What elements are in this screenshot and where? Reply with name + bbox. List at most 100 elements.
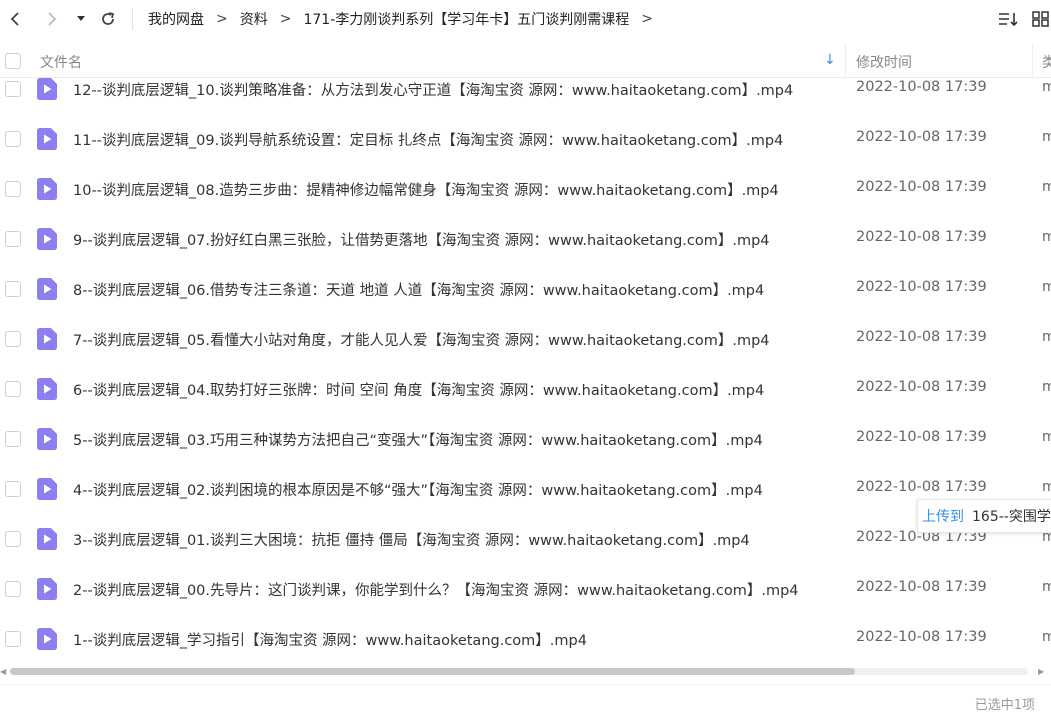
file-row[interactable]: 2--谈判底层逻辑_00.先导片：这门谈判课，你能学到什么？【海淘宝资 源网：w…	[0, 564, 1051, 614]
breadcrumb: 我的网盘 > 资料 > 171-李力刚谈判系列【学习年卡】五门谈判刚需课程 >	[148, 0, 665, 38]
select-all-checkbox[interactable]	[5, 53, 21, 69]
file-type: m	[1042, 579, 1051, 595]
scroll-right-arrow-icon[interactable]: ▶	[1038, 667, 1044, 676]
column-header-name[interactable]: 文件名	[40, 52, 82, 72]
forward-button[interactable]	[40, 4, 64, 34]
row-checkbox[interactable]	[5, 631, 21, 647]
file-name[interactable]: 1--谈判底层逻辑_学习指引【海淘宝资 源网：www.haitaoketang.…	[73, 629, 587, 650]
file-name[interactable]: 10--谈判底层逻辑_08.造势三步曲：提精神修边幅常健身【海淘宝资 源网：ww…	[73, 179, 779, 200]
file-row[interactable]: 1--谈判底层逻辑_学习指引【海淘宝资 源网：www.haitaoketang.…	[0, 614, 1051, 660]
row-checkbox[interactable]	[5, 581, 21, 597]
file-row[interactable]: 5--谈判底层逻辑_03.巧用三种谋势方法把自己“变强大”【海淘宝资 源网：ww…	[0, 414, 1051, 464]
refresh-button[interactable]	[96, 4, 120, 34]
row-checkbox[interactable]	[5, 181, 21, 197]
video-file-icon	[37, 628, 57, 650]
file-modified-time: 2022-10-08 17:39	[856, 179, 987, 195]
caret-down-icon	[77, 16, 85, 21]
file-type: m	[1042, 479, 1051, 495]
row-checkbox[interactable]	[5, 431, 21, 447]
video-file-icon	[37, 428, 57, 450]
row-checkbox[interactable]	[5, 81, 21, 97]
file-name[interactable]: 5--谈判底层逻辑_03.巧用三种谋势方法把自己“变强大”【海淘宝资 源网：ww…	[73, 429, 763, 450]
file-type: m	[1042, 329, 1051, 345]
breadcrumb-item-folder[interactable]: 资料	[240, 9, 268, 29]
file-type: m	[1042, 429, 1051, 445]
chevron-left-icon	[10, 12, 19, 26]
file-row[interactable]: 7--谈判底层逻辑_05.看懂大小站对角度，才能人见人爱【海淘宝资 源网：www…	[0, 314, 1051, 364]
file-row[interactable]: 11--谈判底层逻辑_09.谈判导航系统设置：定目标 扎终点【海淘宝资 源网：w…	[0, 114, 1051, 164]
file-row[interactable]: 3--谈判底层逻辑_01.谈判三大困境：抗拒 僵持 僵局【海淘宝资 源网：www…	[0, 514, 1051, 564]
row-checkbox[interactable]	[5, 381, 21, 397]
file-name[interactable]: 3--谈判底层逻辑_01.谈判三大困境：抗拒 僵持 僵局【海淘宝资 源网：www…	[73, 529, 750, 550]
file-type: m	[1042, 179, 1051, 195]
row-checkbox[interactable]	[5, 281, 21, 297]
file-name[interactable]: 2--谈判底层逻辑_00.先导片：这门谈判课，你能学到什么？【海淘宝资 源网：w…	[73, 579, 799, 600]
file-modified-time: 2022-10-08 17:39	[856, 279, 987, 295]
video-file-icon	[37, 278, 57, 300]
horizontal-scrollbar[interactable]: ◀ ▶	[0, 664, 1051, 678]
column-resize-handle[interactable]	[1032, 44, 1033, 78]
file-list: 12--谈判底层逻辑_10.谈判策略准备：从方法到发心守正道【海淘宝资 源网：w…	[0, 78, 1051, 660]
breadcrumb-separator: >	[279, 11, 292, 27]
selection-count: 已选中1项	[974, 698, 1035, 713]
file-name[interactable]: 9--谈判底层逻辑_07.扮好红白黑三张脸，让借势更落地【海淘宝资 源网：www…	[73, 229, 770, 250]
file-name[interactable]: 11--谈判底层逻辑_09.谈判导航系统设置：定目标 扎终点【海淘宝资 源网：w…	[73, 129, 783, 150]
file-modified-time: 2022-10-08 17:39	[856, 629, 987, 645]
video-file-icon	[37, 528, 57, 550]
tooltip-value: 165--突围学	[972, 509, 1051, 525]
video-file-icon	[37, 478, 57, 500]
file-name[interactable]: 7--谈判底层逻辑_05.看懂大小站对角度，才能人见人爱【海淘宝资 源网：www…	[73, 329, 770, 350]
file-type: m	[1042, 129, 1051, 145]
file-name[interactable]: 6--谈判底层逻辑_04.取势打好三张牌：时间 空间 角度【海淘宝资 源网：ww…	[73, 379, 764, 400]
file-type: m	[1042, 229, 1051, 245]
refresh-icon	[102, 12, 115, 25]
scroll-left-arrow-icon[interactable]: ◀	[0, 667, 6, 676]
scrollbar-thumb[interactable]	[10, 668, 855, 675]
row-checkbox[interactable]	[5, 331, 21, 347]
breadcrumb-item-root[interactable]: 我的网盘	[148, 9, 204, 29]
file-row[interactable]: 12--谈判底层逻辑_10.谈判策略准备：从方法到发心守正道【海淘宝资 源网：w…	[0, 78, 1051, 114]
column-header-modified-time[interactable]: 修改时间	[856, 52, 912, 72]
file-modified-time: 2022-10-08 17:39	[856, 329, 987, 345]
back-button[interactable]	[3, 4, 27, 34]
file-manager-window: 我的网盘 > 资料 > 171-李力刚谈判系列【学习年卡】五门谈判刚需课程 > …	[0, 0, 1051, 713]
file-row[interactable]: 10--谈判底层逻辑_08.造势三步曲：提精神修边幅常健身【海淘宝资 源网：ww…	[0, 164, 1051, 214]
file-modified-time: 2022-10-08 17:39	[856, 479, 987, 495]
row-checkbox[interactable]	[5, 481, 21, 497]
sort-arrow-icon[interactable]: ↓	[824, 52, 836, 68]
file-type: m	[1042, 379, 1051, 395]
file-modified-time: 2022-10-08 17:39	[856, 379, 987, 395]
file-name[interactable]: 12--谈判底层逻辑_10.谈判策略准备：从方法到发心守正道【海淘宝资 源网：w…	[73, 79, 793, 100]
file-list-header: 文件名 ↓ 修改时间 类	[0, 44, 1051, 78]
file-modified-time: 2022-10-08 17:39	[856, 429, 987, 445]
history-dropdown-button[interactable]	[72, 4, 90, 34]
row-checkbox[interactable]	[5, 231, 21, 247]
file-row[interactable]: 9--谈判底层逻辑_07.扮好红白黑三张脸，让借势更落地【海淘宝资 源网：www…	[0, 214, 1051, 264]
sort-list-icon	[999, 13, 1018, 27]
file-name[interactable]: 8--谈判底层逻辑_06.借势专注三条道：天道 地道 人道【海淘宝资 源网：ww…	[73, 279, 764, 300]
upload-tooltip: 上传到 165--突围学	[917, 499, 1051, 533]
file-row[interactable]: 4--谈判底层逻辑_02.谈判困境的根本原因是不够“强大”【海淘宝资 源网：ww…	[0, 464, 1051, 514]
file-row[interactable]: 8--谈判底层逻辑_06.借势专注三条道：天道 地道 人道【海淘宝资 源网：ww…	[0, 264, 1051, 314]
file-modified-time: 2022-10-08 17:39	[856, 129, 987, 145]
video-file-icon	[37, 578, 57, 600]
file-modified-time: 2022-10-08 17:39	[856, 579, 987, 595]
tooltip-label: 上传到	[922, 509, 964, 525]
toolbar-divider	[132, 8, 133, 30]
file-type: m	[1042, 79, 1051, 95]
video-file-icon	[37, 328, 57, 350]
file-type: m	[1042, 629, 1051, 645]
column-header-type[interactable]: 类	[1042, 52, 1051, 72]
column-resize-handle[interactable]	[845, 44, 846, 78]
sort-menu-button[interactable]	[996, 6, 1020, 32]
view-toggle-button[interactable]	[1030, 6, 1051, 32]
toolbar: 我的网盘 > 资料 > 171-李力刚谈判系列【学习年卡】五门谈判刚需课程 >	[0, 0, 1051, 38]
breadcrumb-item-current[interactable]: 171-李力刚谈判系列【学习年卡】五门谈判刚需课程	[303, 9, 629, 29]
file-row[interactable]: 6--谈判底层逻辑_04.取势打好三张牌：时间 空间 角度【海淘宝资 源网：ww…	[0, 364, 1051, 414]
row-checkbox[interactable]	[5, 531, 21, 547]
video-file-icon	[37, 378, 57, 400]
row-checkbox[interactable]	[5, 131, 21, 147]
file-type: m	[1042, 279, 1051, 295]
file-name[interactable]: 4--谈判底层逻辑_02.谈判困境的根本原因是不够“强大”【海淘宝资 源网：ww…	[73, 479, 763, 500]
video-file-icon	[37, 228, 57, 250]
